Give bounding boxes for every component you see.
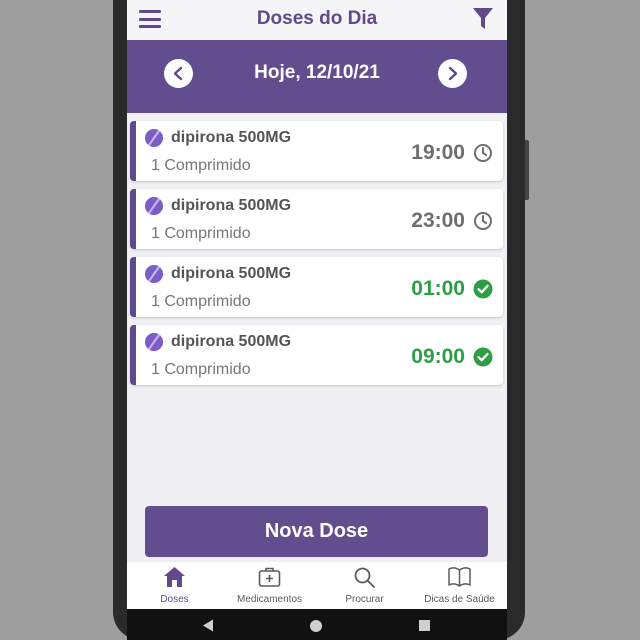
dose-card[interactable]: dipirona 500MG 1 Comprimido 19:00 — [130, 121, 503, 181]
medication-name: dipirona 500MG — [171, 265, 292, 282]
pill-icon — [145, 265, 163, 283]
search-icon — [354, 567, 375, 588]
medication-quantity: 1 Comprimido — [151, 361, 251, 378]
dose-time: 23:00 — [411, 209, 465, 232]
nav-item-medicamentos[interactable]: Medicamentos — [222, 562, 317, 609]
home-circle-icon[interactable] — [310, 620, 322, 632]
medication-quantity: 1 Comprimido — [151, 157, 251, 174]
first-aid-kit-icon — [258, 567, 281, 587]
dose-time: 09:00 — [411, 345, 465, 368]
medication-name: dipirona 500MG — [171, 197, 292, 214]
nav-label: Medicamentos — [236, 594, 303, 605]
dose-card[interactable]: dipirona 500MG 1 Comprimido 01:00 — [130, 257, 503, 317]
dose-card[interactable]: dipirona 500MG 1 Comprimido 23:00 — [130, 189, 503, 249]
clock-icon — [474, 212, 492, 230]
bottom-navigation: Doses Medicamentos Procurar Dicas de Saú… — [127, 562, 507, 609]
medication-quantity: 1 Comprimido — [151, 293, 251, 310]
book-icon — [448, 567, 471, 587]
back-triangle-icon[interactable] — [202, 619, 214, 632]
app-bar: Doses do Dia — [127, 0, 507, 40]
nav-label: Procurar — [345, 594, 384, 605]
android-system-bar — [127, 609, 507, 640]
date-navigation-bar: Hoje, 12/10/21 — [127, 40, 507, 113]
app-screen: Doses do Dia Hoje, 12/10/21 dipirona 500… — [127, 0, 507, 609]
phone-side-button — [525, 140, 529, 200]
new-dose-button[interactable]: Nova Dose — [145, 506, 488, 557]
medication-name: dipirona 500MG — [171, 129, 292, 146]
dose-time: 01:00 — [411, 277, 465, 300]
filter-icon[interactable] — [473, 8, 493, 30]
dose-time: 19:00 — [411, 141, 465, 164]
nav-label: Dicas de Saúde — [424, 594, 495, 605]
recent-apps-square-icon[interactable] — [419, 620, 430, 631]
next-day-button[interactable] — [438, 59, 467, 88]
nav-item-dicas-de-saude[interactable]: Dicas de Saúde — [412, 562, 507, 609]
check-circle-icon — [473, 279, 493, 299]
nav-item-procurar[interactable]: Procurar — [317, 562, 412, 609]
chevron-right-icon — [448, 66, 458, 81]
medication-quantity: 1 Comprimido — [151, 225, 251, 242]
pill-icon — [145, 129, 163, 147]
dose-card[interactable]: dipirona 500MG 1 Comprimido 09:00 — [130, 325, 503, 385]
check-circle-icon — [473, 347, 493, 367]
pill-icon — [145, 197, 163, 215]
home-icon — [164, 567, 185, 587]
clock-icon — [474, 144, 492, 162]
nav-label: Doses — [160, 594, 189, 605]
medication-name: dipirona 500MG — [171, 333, 292, 350]
nav-item-doses[interactable]: Doses — [127, 562, 222, 609]
page-title: Doses do Dia — [256, 8, 378, 29]
pill-icon — [145, 333, 163, 351]
